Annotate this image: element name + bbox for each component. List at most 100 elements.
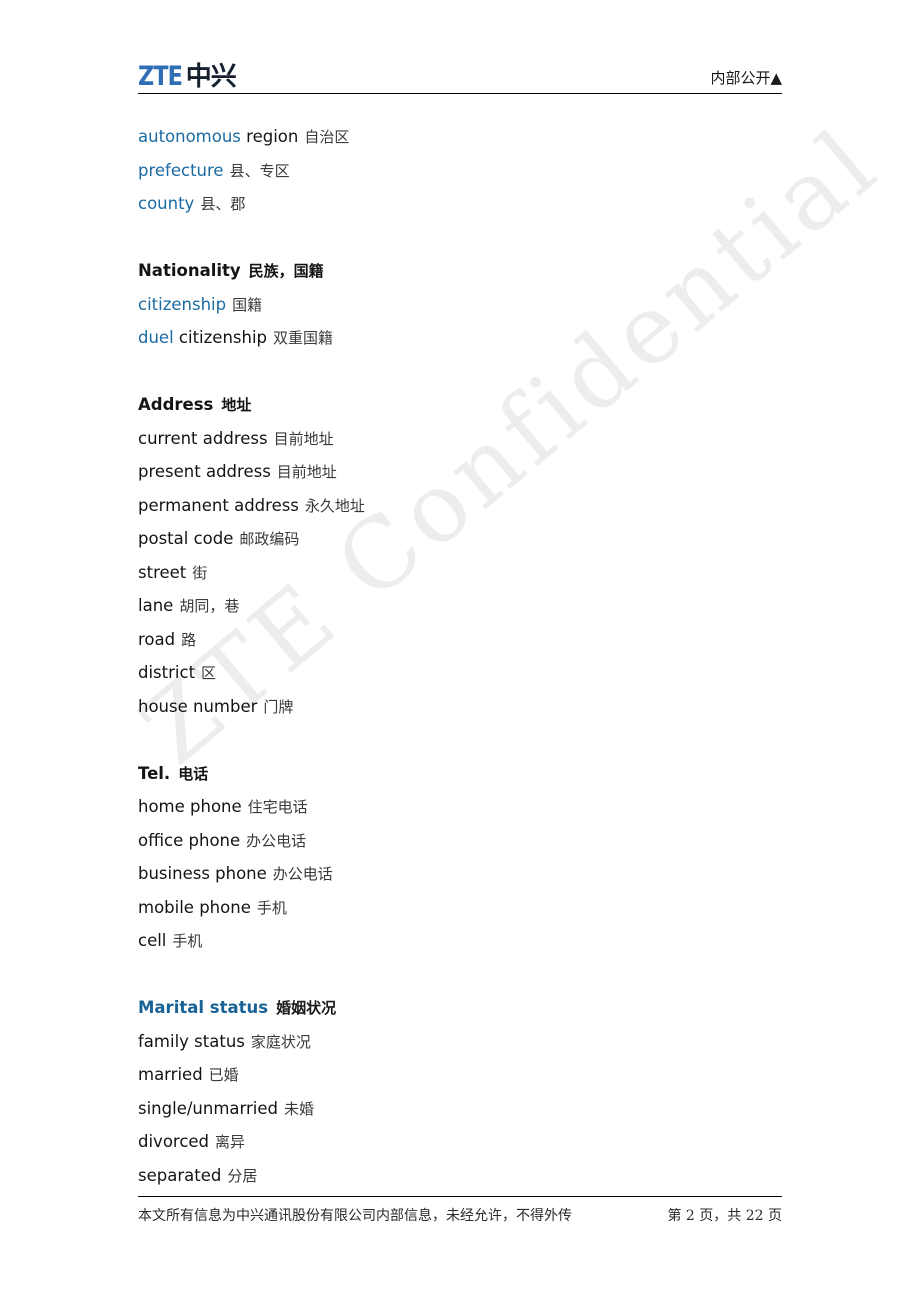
entry-term: present address xyxy=(138,462,271,481)
entry-term-highlight: county xyxy=(138,194,195,213)
section-heading-en: Marital status xyxy=(138,998,269,1017)
entry-term: current address xyxy=(138,428,268,448)
entry-translation: 办公电话 xyxy=(272,865,333,883)
entry-term-highlight: prefecture xyxy=(138,160,224,180)
glossary-entry: house number 门牌 xyxy=(138,690,782,724)
glossary-entry: married 已婚 xyxy=(138,1058,782,1092)
glossary-entry: duel citizenship 双重国籍 xyxy=(138,321,782,355)
entry-translation: 家庭状况 xyxy=(250,1032,311,1051)
entry-term: family status xyxy=(138,1031,245,1051)
glossary-entry: street 街 xyxy=(138,556,782,590)
footer-notice: 本文所有信息为中兴通讯股份有限公司内部信息，未经允许，不得外传 xyxy=(138,1208,572,1224)
entry-translation: 国籍 xyxy=(232,295,263,314)
glossary-entry: family status 家庭状况 xyxy=(138,1025,782,1059)
entry-translation: 门牌 xyxy=(263,697,294,716)
entry-term: lane xyxy=(138,596,174,615)
entry-term: married xyxy=(138,1065,203,1084)
footer-row: 本文所有信息为中兴通讯股份有限公司内部信息，未经允许，不得外传 第 2 页，共 … xyxy=(138,1197,782,1225)
entry-term: postal code xyxy=(138,529,234,548)
entry-translation: 办公电话 xyxy=(246,831,307,850)
glossary-entry: district 区 xyxy=(138,656,782,690)
entry-translation: 已婚 xyxy=(208,1066,239,1084)
glossary-entry: county 县、郡 xyxy=(138,187,782,221)
entry-term: road xyxy=(138,629,176,649)
entry-term: cell xyxy=(138,931,167,950)
section-heading-cn: 地址 xyxy=(221,396,252,414)
entry-term: business phone xyxy=(138,864,267,883)
entry-term: mobile phone xyxy=(138,897,251,917)
glossary-entry: autonomous region 自治区 xyxy=(138,120,782,154)
entry-term-highlight: autonomous xyxy=(138,127,241,146)
entry-term: house number xyxy=(138,696,258,716)
entry-translation: 未婚 xyxy=(284,1099,315,1118)
entry-translation: 邮政编码 xyxy=(239,530,300,548)
glossary-entry: present address 目前地址 xyxy=(138,455,782,489)
glossary-entry: postal code 邮政编码 xyxy=(138,522,782,556)
zte-logo-cn-text: 中兴 xyxy=(185,62,237,92)
entry-term: divorced xyxy=(138,1132,210,1151)
entry-translation: 自治区 xyxy=(304,128,350,146)
entry-translation: 胡同，巷 xyxy=(179,597,240,615)
section-heading-cn: 电话 xyxy=(178,764,209,783)
entry-term: district xyxy=(138,663,196,682)
section-heading: Address 地址 xyxy=(138,388,782,422)
glossary-entry: office phone 办公电话 xyxy=(138,824,782,858)
section-heading-en: Nationality xyxy=(138,261,241,280)
zte-logo-text: ZTE xyxy=(138,61,183,92)
entry-translation: 手机 xyxy=(172,932,203,950)
entry-term-highlight: duel xyxy=(138,328,174,347)
glossary-entry: permanent address 永久地址 xyxy=(138,489,782,523)
entry-translation: 住宅电话 xyxy=(247,798,308,816)
entry-translation: 手机 xyxy=(256,898,287,917)
page-footer: 本文所有信息为中兴通讯股份有限公司内部信息，未经允许，不得外传 第 2 页，共 … xyxy=(138,1196,782,1225)
entry-term: separated xyxy=(138,1165,222,1185)
entry-term: home phone xyxy=(138,797,242,816)
page-header: ZTE 中兴 内部公开▲ xyxy=(138,46,782,94)
header-divider xyxy=(138,93,782,94)
glossary-entry: business phone 办公电话 xyxy=(138,857,782,891)
glossary-entry: separated 分居 xyxy=(138,1159,782,1193)
entry-term: citizenship xyxy=(173,328,268,347)
footer-page-number: 第 2 页，共 22 页 xyxy=(667,1208,782,1224)
entry-translation: 双重国籍 xyxy=(273,329,334,347)
entry-term: office phone xyxy=(138,830,241,850)
entry-translation: 目前地址 xyxy=(273,429,334,448)
glossary-entry: citizenship 国籍 xyxy=(138,288,782,322)
section-heading-cn: 民族，国籍 xyxy=(248,262,324,280)
section-heading: Tel. 电话 xyxy=(138,757,782,791)
entry-translation: 目前地址 xyxy=(276,463,337,481)
classification-label: 内部公开▲ xyxy=(710,69,782,87)
glossary-entry: lane 胡同，巷 xyxy=(138,589,782,623)
glossary-entry: mobile phone 手机 xyxy=(138,891,782,925)
entry-term: permanent address xyxy=(138,495,299,515)
entry-term-highlight: citizenship xyxy=(138,294,227,314)
zte-logo: ZTE 中兴 xyxy=(138,61,237,92)
entry-translation: 离异 xyxy=(215,1133,246,1151)
glossary-entry: prefecture 县、专区 xyxy=(138,154,782,188)
entry-term: region xyxy=(240,127,299,146)
glossary-entry: home phone 住宅电话 xyxy=(138,790,782,824)
entry-translation: 路 xyxy=(181,630,197,649)
glossary-entry: road 路 xyxy=(138,623,782,657)
section-heading-en: Tel. xyxy=(138,763,171,783)
glossary-entry: current address 目前地址 xyxy=(138,422,782,456)
entry-term: street xyxy=(138,562,187,582)
entry-translation: 县、专区 xyxy=(229,161,290,180)
glossary-entry: divorced 离异 xyxy=(138,1125,782,1159)
section-heading: Nationality 民族，国籍 xyxy=(138,254,782,288)
section-heading-cn: 婚姻状况 xyxy=(276,999,337,1017)
entry-translation: 街 xyxy=(192,563,208,582)
section-heading-en: Address xyxy=(138,395,214,414)
entry-translation: 区 xyxy=(201,664,217,682)
entry-translation: 分居 xyxy=(227,1166,258,1185)
header-row: ZTE 中兴 内部公开▲ xyxy=(138,46,782,90)
document-content: autonomous region 自治区 prefecture 县、专区 county… xyxy=(138,120,782,1192)
entry-translation: 县、郡 xyxy=(200,195,246,213)
entry-term: single/unmarried xyxy=(138,1098,278,1118)
document-page: ZTE Confidential ZTE 中兴 内部公开▲ autonomous… xyxy=(0,0,920,1302)
glossary-entry: cell 手机 xyxy=(138,924,782,958)
